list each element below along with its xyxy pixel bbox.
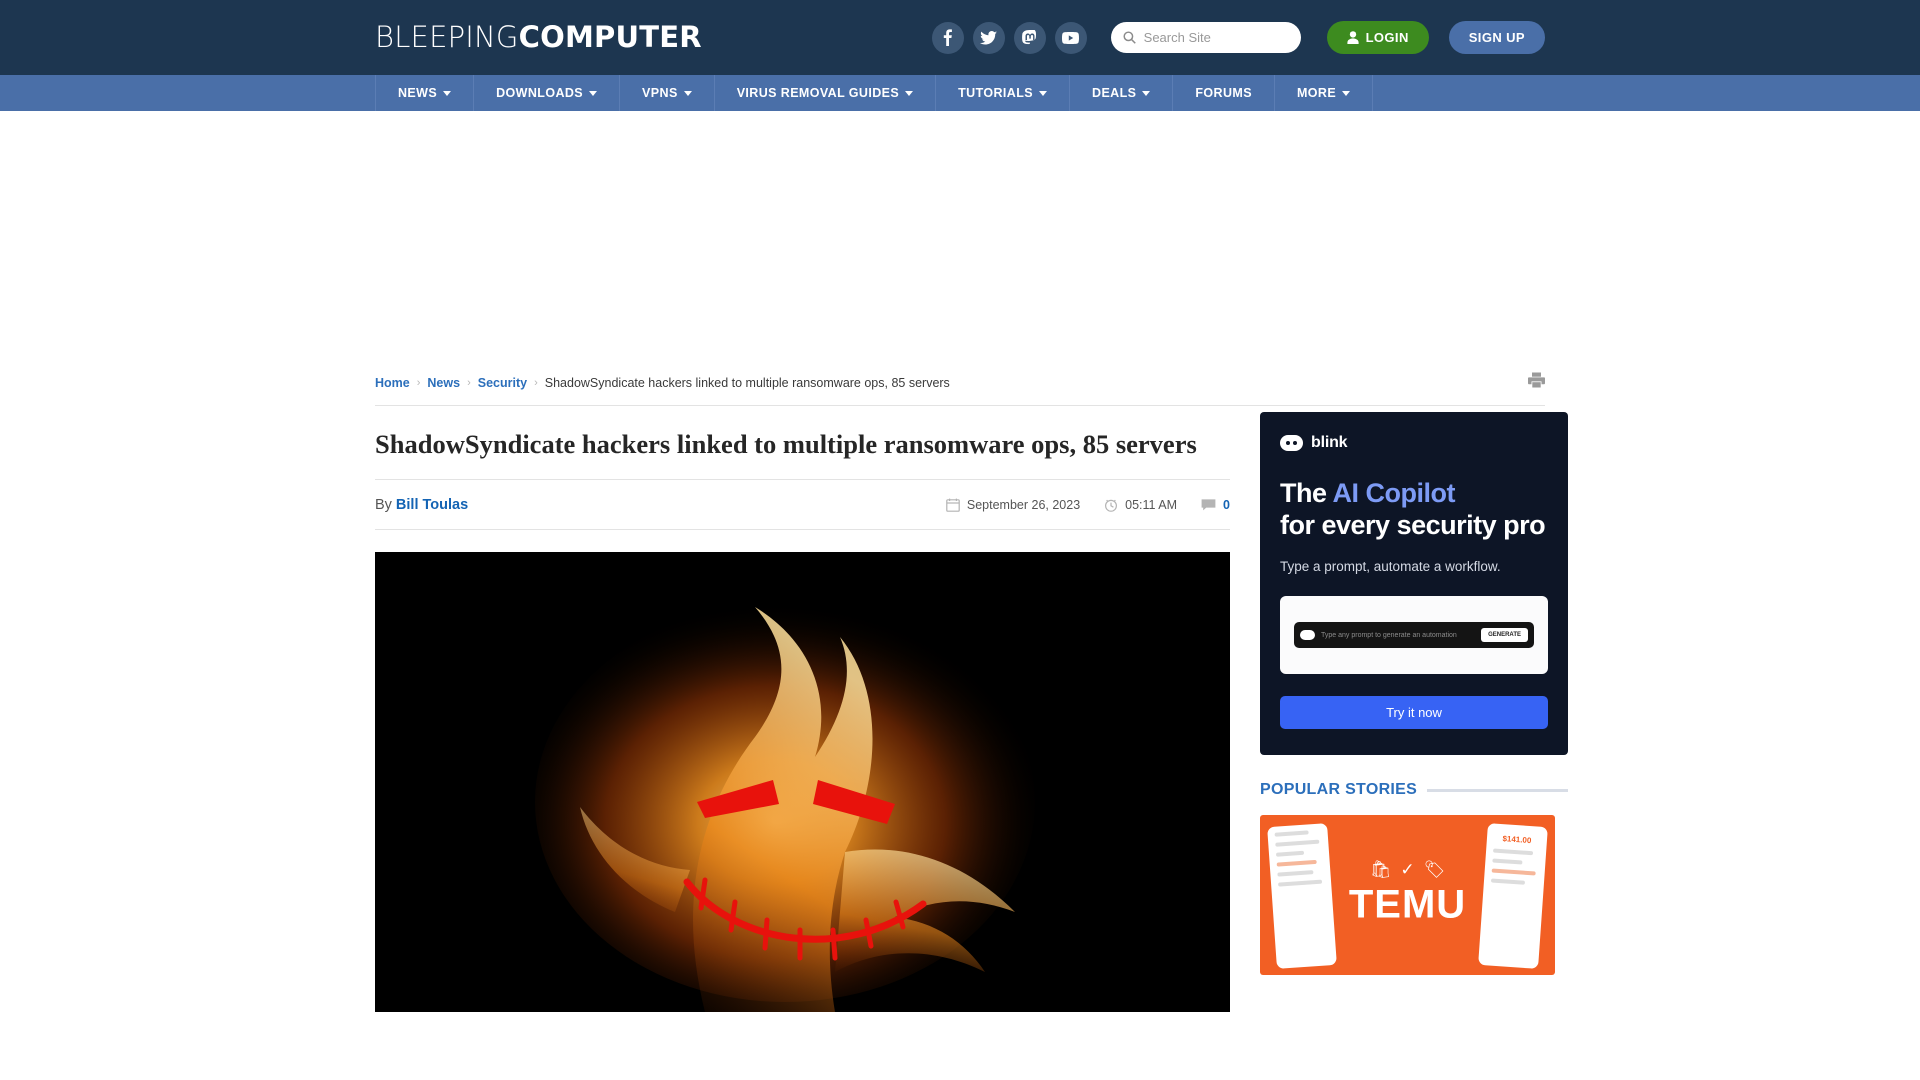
nav-label: MORE <box>1296 86 1337 100</box>
nav-item-news[interactable]: NEWS <box>376 75 475 111</box>
ad-mock-generate-button: GENERATE <box>1481 628 1528 643</box>
twitter-icon[interactable] <box>972 21 1005 54</box>
main-navigation: NEWS DOWNLOADS VPNS VIRUS REMOVAL GUIDES… <box>0 75 1920 111</box>
page-body: ShadowSyndicate hackers linked to multip… <box>375 406 1568 1013</box>
thumb-price: $141.00 <box>1502 834 1532 846</box>
site-logo[interactable]: BLEEPINGCOMPUTER <box>375 19 702 54</box>
nav-item-deals[interactable]: DEALS <box>1070 75 1174 111</box>
nav-item-more[interactable]: MORE <box>1275 75 1374 111</box>
sidebar-ad-blink[interactable]: blink The AI Copilot for every security … <box>1260 412 1568 756</box>
nav-item-tutorials[interactable]: TUTORIALS <box>936 75 1071 111</box>
breadcrumb-current: ShadowSyndicate hackers linked to multip… <box>544 375 950 390</box>
author-link[interactable]: Bill Toulas <box>396 497 468 513</box>
breadcrumb: Home › News › Security › ShadowSyndicate… <box>375 358 1545 406</box>
comment-count-value: 0 <box>1223 498 1230 513</box>
nav-label: TUTORIALS <box>958 86 1034 100</box>
ad-cta-button[interactable]: Try it now <box>1280 696 1548 730</box>
search-icon <box>1123 31 1136 44</box>
search-box[interactable] <box>1110 22 1301 53</box>
nav-item-downloads[interactable]: DOWNLOADS <box>474 75 621 111</box>
nav-label: DOWNLOADS <box>496 86 584 100</box>
skull-flame-graphic <box>375 552 1230 1013</box>
facebook-icon[interactable] <box>931 21 964 54</box>
publish-date-text: September 26, 2023 <box>966 498 1081 513</box>
user-icon <box>1346 31 1359 44</box>
sidebar: blink The AI Copilot for every security … <box>1260 406 1568 1012</box>
chevron-down-icon <box>443 90 452 96</box>
temu-brand-label: TEMU <box>1348 882 1467 927</box>
breadcrumb-separator: › <box>416 376 421 389</box>
site-header: BLEEPINGCOMPUTER Search Site LOGIN SIGN … <box>0 0 1920 75</box>
breadcrumb-news[interactable]: News <box>427 376 460 390</box>
nav-item-virus-removal-guides[interactable]: VIRUS REMOVAL GUIDES <box>715 75 937 111</box>
blink-logo-icon-small <box>1300 630 1315 641</box>
signup-button[interactable]: SIGN UP <box>1448 21 1545 54</box>
popular-story-thumbnail[interactable]: $141.00 🛍 ✓ 🏷 TEMU <box>1260 815 1555 976</box>
article-column: ShadowSyndicate hackers linked to multip… <box>375 406 1230 1013</box>
ad-headline: The AI Copilot for every security pro <box>1280 478 1548 541</box>
article-byline: By Bill Toulas September 26, 2023 05:11 … <box>375 480 1230 531</box>
chevron-down-icon <box>1342 90 1351 96</box>
nav-label: FORUMS <box>1195 86 1252 100</box>
blink-brand-label: blink <box>1311 434 1348 451</box>
chevron-down-icon <box>683 90 692 96</box>
chevron-down-icon <box>1142 90 1151 96</box>
nav-label: DEALS <box>1092 86 1137 100</box>
breadcrumb-separator: › <box>467 376 471 389</box>
ad-headline-part2: for every security pro <box>1280 509 1546 540</box>
chevron-down-icon <box>905 90 914 96</box>
popular-stories-header: POPULAR STORIES <box>1260 781 1568 799</box>
social-links <box>931 21 1087 54</box>
phone-mockup-right: $141.00 <box>1478 823 1548 970</box>
nav-label: NEWS <box>398 86 438 100</box>
shopping-bag-icon: 🛍 <box>1369 859 1392 879</box>
phone-mockup-left <box>1267 823 1337 970</box>
ad-subtext: Type a prompt, automate a workflow. <box>1280 559 1501 575</box>
youtube-icon[interactable] <box>1054 21 1087 54</box>
login-button[interactable]: LOGIN <box>1326 21 1429 54</box>
ad-headline-accent: AI Copilot <box>1332 478 1456 508</box>
comment-icon <box>1201 499 1216 511</box>
breadcrumb-home[interactable]: Home <box>375 376 410 390</box>
byline-by-label: By <box>375 497 392 514</box>
tag-icon: 🏷 <box>1423 859 1446 879</box>
temu-decor-icons: 🛍 ✓ 🏷 <box>1370 860 1445 880</box>
publish-time-text: 05:11 AM <box>1125 498 1178 513</box>
blink-brand: blink <box>1280 434 1548 452</box>
logo-text-thin: BLEEPING <box>375 19 519 54</box>
blink-logo-icon <box>1280 435 1303 451</box>
ad-mock-placeholder: Type any prompt to generate an automatio… <box>1321 631 1457 639</box>
nav-item-vpns[interactable]: VPNS <box>620 75 715 111</box>
publish-time: 05:11 AM <box>1104 498 1177 512</box>
ad-headline-part1: The <box>1280 478 1333 508</box>
mastodon-icon[interactable] <box>1013 21 1046 54</box>
chevron-down-icon <box>589 90 598 96</box>
nav-item-forums[interactable]: FORUMS <box>1173 75 1275 111</box>
article-hero-image <box>375 552 1230 1013</box>
nav-label: VPNS <box>642 86 678 100</box>
publish-date: September 26, 2023 <box>946 498 1080 512</box>
popular-stories-title: POPULAR STORIES <box>1260 781 1418 799</box>
comment-count[interactable]: 0 <box>1201 498 1230 512</box>
breadcrumb-separator: › <box>534 376 538 389</box>
breadcrumb-security[interactable]: Security <box>478 376 527 390</box>
print-icon[interactable] <box>1528 372 1545 393</box>
nav-label: VIRUS REMOVAL GUIDES <box>736 86 900 100</box>
signup-button-label: SIGN UP <box>1468 30 1525 45</box>
logo-text-bold: COMPUTER <box>518 19 702 54</box>
login-button-label: LOGIN <box>1365 30 1409 45</box>
checkmark-icon: ✓ <box>1400 859 1415 879</box>
calendar-icon <box>946 498 960 512</box>
chevron-down-icon <box>1039 90 1048 96</box>
ad-prompt-mockup: Type any prompt to generate an automatio… <box>1280 596 1548 675</box>
top-ad-slot <box>0 111 1920 358</box>
search-input[interactable] <box>1143 30 1289 45</box>
page-title: ShadowSyndicate hackers linked to multip… <box>375 406 1230 481</box>
clock-icon <box>1105 499 1118 512</box>
section-divider <box>1427 788 1568 792</box>
